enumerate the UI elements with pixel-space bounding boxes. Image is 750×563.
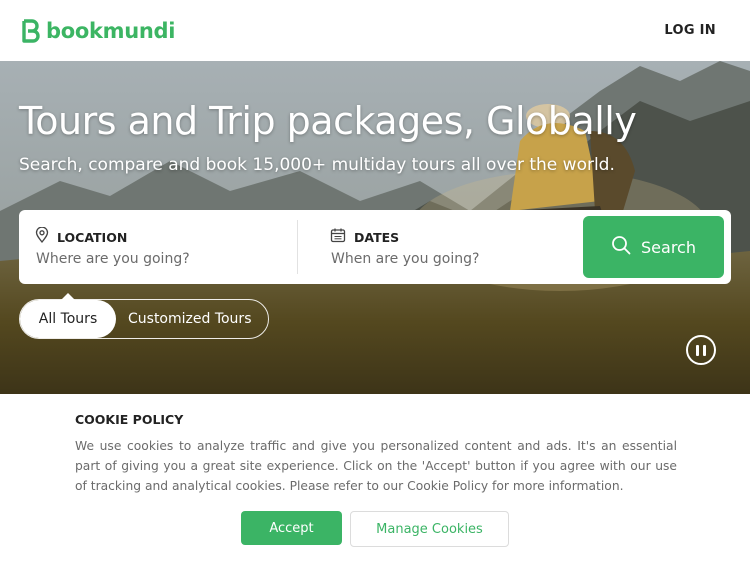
tab-pointer (61, 293, 75, 300)
tab-all-tours[interactable]: All Tours (20, 293, 116, 338)
brand-name: bookmundi (46, 18, 176, 43)
hero-title: Tours and Trip packages, Globally (19, 99, 637, 143)
search-button[interactable]: Search (583, 216, 724, 278)
field-divider (297, 220, 298, 274)
calendar-icon (330, 227, 346, 248)
manage-cookies-button[interactable]: Manage Cookies (350, 511, 509, 547)
site-header: bookmundi LOG IN (0, 0, 750, 61)
dates-label: DATES (354, 230, 400, 245)
location-label: LOCATION (57, 230, 128, 245)
map-pin-icon (35, 226, 49, 248)
location-input[interactable]: Where are you going? (36, 251, 190, 267)
tab-label: All Tours (38, 311, 98, 327)
login-link[interactable]: LOG IN (664, 23, 716, 38)
brand-logo[interactable]: bookmundi (22, 19, 175, 43)
pause-icon[interactable] (686, 335, 716, 365)
dates-input[interactable]: When are you going? (331, 251, 479, 267)
hero-banner: Tours and Trip packages, Globally Search… (0, 61, 750, 394)
bookmundi-b-logo-icon (22, 18, 40, 43)
tab-customized-tours[interactable]: Customized Tours (128, 300, 251, 338)
hero-subtitle: Search, compare and book 15,000+ multida… (19, 155, 615, 175)
search-box: LOCATION Where are you going? DATES When… (19, 210, 731, 284)
cookie-text: We use cookies to analyze traffic and gi… (75, 439, 677, 493)
cookie-banner: COOKIE POLICY We use cookies to analyze … (0, 394, 750, 563)
cookie-title: COOKIE POLICY (75, 412, 184, 427)
search-icon (611, 235, 631, 259)
tab-label: Customized Tours (128, 311, 252, 327)
accept-button[interactable]: Accept (241, 511, 342, 545)
dates-field[interactable]: DATES When are you going? (330, 210, 570, 284)
location-field[interactable]: LOCATION Where are you going? (35, 210, 295, 284)
search-button-label: Search (641, 237, 696, 257)
tour-type-tabs: All Tours Customized Tours (19, 293, 269, 339)
